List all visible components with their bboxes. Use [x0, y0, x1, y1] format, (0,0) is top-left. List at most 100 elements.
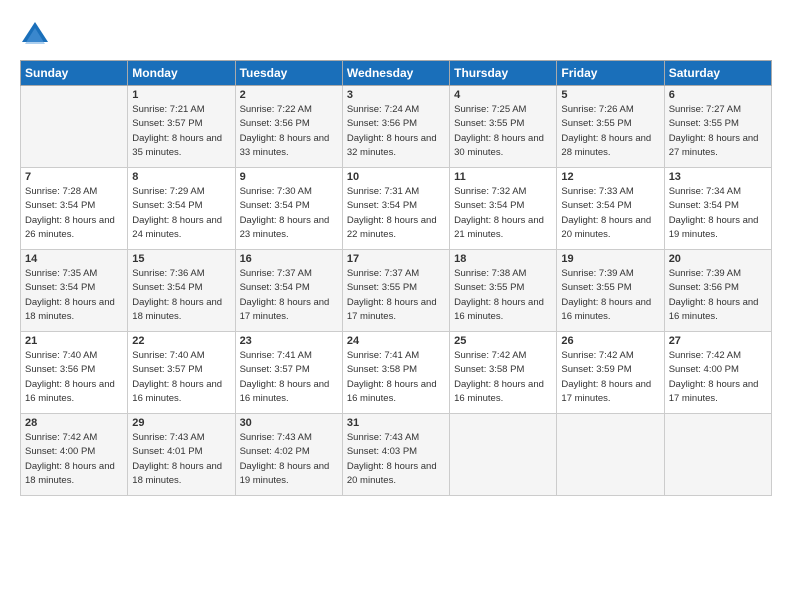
day-info: Sunrise: 7:31 AM Sunset: 3:54 PM Dayligh… — [347, 185, 445, 242]
day-info: Sunrise: 7:26 AM Sunset: 3:55 PM Dayligh… — [561, 103, 659, 160]
day-number: 3 — [347, 89, 445, 101]
day-info: Sunrise: 7:40 AM Sunset: 3:56 PM Dayligh… — [25, 349, 123, 406]
daylight-text: Daylight: 8 hours and 17 minutes. — [347, 297, 437, 322]
daylight-text: Daylight: 8 hours and 17 minutes. — [669, 379, 759, 404]
day-number: 22 — [132, 335, 230, 347]
sunrise-text: Sunrise: 7:36 AM — [132, 268, 204, 279]
day-number: 6 — [669, 89, 767, 101]
day-cell: 25 Sunrise: 7:42 AM Sunset: 3:58 PM Dayl… — [450, 332, 557, 414]
day-info: Sunrise: 7:39 AM Sunset: 3:55 PM Dayligh… — [561, 267, 659, 324]
day-cell: 6 Sunrise: 7:27 AM Sunset: 3:55 PM Dayli… — [664, 86, 771, 168]
day-info: Sunrise: 7:24 AM Sunset: 3:56 PM Dayligh… — [347, 103, 445, 160]
daylight-text: Daylight: 8 hours and 17 minutes. — [240, 297, 330, 322]
day-info: Sunrise: 7:37 AM Sunset: 3:54 PM Dayligh… — [240, 267, 338, 324]
sunset-text: Sunset: 3:54 PM — [132, 282, 202, 293]
week-row-3: 14 Sunrise: 7:35 AM Sunset: 3:54 PM Dayl… — [21, 250, 772, 332]
sunrise-text: Sunrise: 7:26 AM — [561, 104, 633, 115]
sunrise-text: Sunrise: 7:22 AM — [240, 104, 312, 115]
daylight-text: Daylight: 8 hours and 19 minutes. — [669, 215, 759, 240]
sunrise-text: Sunrise: 7:43 AM — [240, 432, 312, 443]
sunset-text: Sunset: 3:58 PM — [347, 364, 417, 375]
sunset-text: Sunset: 4:00 PM — [669, 364, 739, 375]
day-number: 16 — [240, 253, 338, 265]
sunrise-text: Sunrise: 7:41 AM — [240, 350, 312, 361]
sunset-text: Sunset: 4:03 PM — [347, 446, 417, 457]
daylight-text: Daylight: 8 hours and 16 minutes. — [454, 297, 544, 322]
sunrise-text: Sunrise: 7:28 AM — [25, 186, 97, 197]
day-info: Sunrise: 7:27 AM Sunset: 3:55 PM Dayligh… — [669, 103, 767, 160]
daylight-text: Daylight: 8 hours and 16 minutes. — [25, 379, 115, 404]
daylight-text: Daylight: 8 hours and 20 minutes. — [347, 461, 437, 486]
sunrise-text: Sunrise: 7:32 AM — [454, 186, 526, 197]
weekday-header-thursday: Thursday — [450, 61, 557, 86]
day-info: Sunrise: 7:32 AM Sunset: 3:54 PM Dayligh… — [454, 185, 552, 242]
daylight-text: Daylight: 8 hours and 33 minutes. — [240, 133, 330, 158]
day-info: Sunrise: 7:34 AM Sunset: 3:54 PM Dayligh… — [669, 185, 767, 242]
sunset-text: Sunset: 3:56 PM — [25, 364, 95, 375]
daylight-text: Daylight: 8 hours and 27 minutes. — [669, 133, 759, 158]
sunset-text: Sunset: 3:54 PM — [240, 200, 310, 211]
sunset-text: Sunset: 3:55 PM — [669, 118, 739, 129]
daylight-text: Daylight: 8 hours and 32 minutes. — [347, 133, 437, 158]
weekday-header-row: SundayMondayTuesdayWednesdayThursdayFrid… — [21, 61, 772, 86]
day-number: 31 — [347, 417, 445, 429]
sunrise-text: Sunrise: 7:43 AM — [132, 432, 204, 443]
daylight-text: Daylight: 8 hours and 18 minutes. — [132, 461, 222, 486]
week-row-2: 7 Sunrise: 7:28 AM Sunset: 3:54 PM Dayli… — [21, 168, 772, 250]
sunset-text: Sunset: 3:56 PM — [240, 118, 310, 129]
day-cell: 26 Sunrise: 7:42 AM Sunset: 3:59 PM Dayl… — [557, 332, 664, 414]
day-cell — [557, 414, 664, 496]
day-number: 21 — [25, 335, 123, 347]
day-cell: 12 Sunrise: 7:33 AM Sunset: 3:54 PM Dayl… — [557, 168, 664, 250]
sunrise-text: Sunrise: 7:42 AM — [561, 350, 633, 361]
daylight-text: Daylight: 8 hours and 16 minutes. — [454, 379, 544, 404]
daylight-text: Daylight: 8 hours and 23 minutes. — [240, 215, 330, 240]
day-number: 17 — [347, 253, 445, 265]
sunset-text: Sunset: 4:01 PM — [132, 446, 202, 457]
sunrise-text: Sunrise: 7:42 AM — [669, 350, 741, 361]
daylight-text: Daylight: 8 hours and 21 minutes. — [454, 215, 544, 240]
sunrise-text: Sunrise: 7:29 AM — [132, 186, 204, 197]
day-cell: 13 Sunrise: 7:34 AM Sunset: 3:54 PM Dayl… — [664, 168, 771, 250]
day-number: 2 — [240, 89, 338, 101]
day-number: 12 — [561, 171, 659, 183]
day-number: 5 — [561, 89, 659, 101]
daylight-text: Daylight: 8 hours and 16 minutes. — [561, 297, 651, 322]
weekday-header-saturday: Saturday — [664, 61, 771, 86]
day-cell: 24 Sunrise: 7:41 AM Sunset: 3:58 PM Dayl… — [342, 332, 449, 414]
sunrise-text: Sunrise: 7:31 AM — [347, 186, 419, 197]
sunrise-text: Sunrise: 7:37 AM — [347, 268, 419, 279]
day-number: 30 — [240, 417, 338, 429]
page: SundayMondayTuesdayWednesdayThursdayFrid… — [0, 0, 792, 612]
sunrise-text: Sunrise: 7:43 AM — [347, 432, 419, 443]
sunset-text: Sunset: 3:54 PM — [25, 200, 95, 211]
daylight-text: Daylight: 8 hours and 16 minutes. — [669, 297, 759, 322]
sunset-text: Sunset: 3:54 PM — [454, 200, 524, 211]
day-info: Sunrise: 7:42 AM Sunset: 4:00 PM Dayligh… — [669, 349, 767, 406]
day-cell: 11 Sunrise: 7:32 AM Sunset: 3:54 PM Dayl… — [450, 168, 557, 250]
weekday-header-tuesday: Tuesday — [235, 61, 342, 86]
day-cell: 7 Sunrise: 7:28 AM Sunset: 3:54 PM Dayli… — [21, 168, 128, 250]
sunrise-text: Sunrise: 7:37 AM — [240, 268, 312, 279]
day-number: 29 — [132, 417, 230, 429]
day-info: Sunrise: 7:41 AM Sunset: 3:57 PM Dayligh… — [240, 349, 338, 406]
daylight-text: Daylight: 8 hours and 16 minutes. — [347, 379, 437, 404]
day-info: Sunrise: 7:43 AM Sunset: 4:03 PM Dayligh… — [347, 431, 445, 488]
sunset-text: Sunset: 3:59 PM — [561, 364, 631, 375]
day-number: 8 — [132, 171, 230, 183]
sunset-text: Sunset: 3:58 PM — [454, 364, 524, 375]
day-number: 13 — [669, 171, 767, 183]
sunrise-text: Sunrise: 7:21 AM — [132, 104, 204, 115]
day-number: 28 — [25, 417, 123, 429]
day-number: 26 — [561, 335, 659, 347]
day-info: Sunrise: 7:42 AM Sunset: 3:59 PM Dayligh… — [561, 349, 659, 406]
day-cell — [21, 86, 128, 168]
sunset-text: Sunset: 3:54 PM — [561, 200, 631, 211]
day-number: 1 — [132, 89, 230, 101]
day-number: 14 — [25, 253, 123, 265]
day-number: 15 — [132, 253, 230, 265]
day-cell: 5 Sunrise: 7:26 AM Sunset: 3:55 PM Dayli… — [557, 86, 664, 168]
sunrise-text: Sunrise: 7:35 AM — [25, 268, 97, 279]
sunset-text: Sunset: 4:02 PM — [240, 446, 310, 457]
day-info: Sunrise: 7:39 AM Sunset: 3:56 PM Dayligh… — [669, 267, 767, 324]
